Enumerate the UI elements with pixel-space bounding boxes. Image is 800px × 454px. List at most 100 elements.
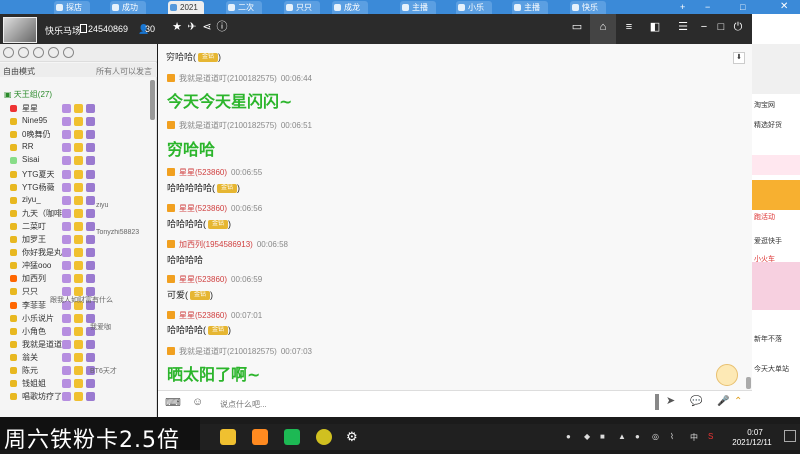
side-text[interactable]: 精选好货 xyxy=(754,120,800,130)
mascot-icon[interactable] xyxy=(716,364,738,386)
browser-tab-active[interactable]: 2021 xyxy=(168,1,204,14)
member-badge-icon xyxy=(74,366,83,375)
member-row[interactable]: 小乐说片 xyxy=(0,312,150,325)
member-badge-icon xyxy=(86,261,95,271)
expand-icon[interactable]: ⌃ xyxy=(734,396,742,407)
mode-label[interactable]: 自由模式 xyxy=(3,66,35,77)
browser-tab[interactable]: 快乐 xyxy=(570,1,606,14)
chat-message: 哈哈哈哈(金钻) xyxy=(167,325,232,336)
member-row[interactable]: RR xyxy=(0,141,150,154)
member-row[interactable]: 星星 xyxy=(0,102,150,115)
side-ad[interactable] xyxy=(752,180,800,210)
group-header[interactable]: ▣ 天王组(27) xyxy=(4,89,52,100)
wechat-icon[interactable] xyxy=(284,429,300,445)
share-icon[interactable]: ⋖ xyxy=(200,20,214,34)
member-row[interactable]: YTG夏天 xyxy=(0,168,150,181)
download-icon[interactable]: ⬇ xyxy=(733,52,745,64)
power-icon[interactable]: ⏻ xyxy=(731,20,745,34)
browser-tab[interactable]: 小乐 xyxy=(456,1,492,14)
browser-tab[interactable]: 主播 xyxy=(512,1,548,14)
tray-icon[interactable]: ● xyxy=(635,432,640,441)
side-text[interactable]: 跑活动 xyxy=(754,212,800,222)
tab-favicon-icon xyxy=(112,4,119,11)
member-scrollbar[interactable] xyxy=(150,80,155,120)
settings-icon[interactable]: ⚙ xyxy=(346,429,358,445)
tray-icon[interactable]: ◎ xyxy=(652,432,659,441)
member-row[interactable]: 0晚舞仍 xyxy=(0,128,150,141)
tray-icon[interactable]: ● xyxy=(566,432,571,441)
member-badge-icon xyxy=(62,326,71,336)
member-row[interactable]: Sisai xyxy=(0,154,150,167)
gamepad-input-icon[interactable]: ⌨ xyxy=(165,396,181,409)
chat-scrollbar[interactable] xyxy=(746,377,751,389)
member-row[interactable]: 唱歌坊疗了 xyxy=(0,390,150,403)
ime-indicator[interactable]: 中 xyxy=(690,432,698,443)
emoji-icon[interactable]: ☺ xyxy=(192,396,203,408)
star-icon[interactable]: ★ xyxy=(170,20,184,34)
browser-tab[interactable]: 成功 xyxy=(110,1,146,14)
member-rank-icon xyxy=(10,327,17,335)
app-icon[interactable] xyxy=(316,429,332,445)
member-row[interactable]: 冲猛ooo xyxy=(0,259,150,272)
side-text[interactable]: 爱逛快手 xyxy=(754,236,800,246)
browser-tab[interactable]: 只只 xyxy=(284,1,320,14)
clock-time[interactable]: 0:07 xyxy=(735,428,775,437)
mic-icon[interactable]: 🎤 xyxy=(717,396,729,407)
plane-icon[interactable]: ✈ xyxy=(185,20,199,34)
minimize-icon[interactable]: − xyxy=(697,20,711,34)
member-row[interactable]: 九天（咖啡） xyxy=(0,207,150,220)
tray-icon[interactable]: ▲ xyxy=(618,432,626,441)
app-icon[interactable] xyxy=(220,429,236,445)
gamepad-icon[interactable]: ◧ xyxy=(648,20,662,34)
side-text[interactable]: 新年不落 xyxy=(754,334,800,344)
chat-input[interactable] xyxy=(220,397,650,411)
member-row[interactable]: 钱姐姐 xyxy=(0,377,150,390)
headset-icon[interactable] xyxy=(18,47,29,58)
member-name: Sisai xyxy=(22,155,40,165)
room-avatar[interactable] xyxy=(3,17,37,43)
maximize-icon[interactable]: □ xyxy=(714,20,728,34)
list-icon[interactable]: ≡ xyxy=(622,20,636,34)
gift-icon[interactable] xyxy=(48,47,59,58)
side-text[interactable]: 淘宝网 xyxy=(754,100,800,110)
wifi-icon[interactable]: ⌇ xyxy=(670,432,674,441)
side-ad[interactable] xyxy=(752,262,800,310)
browser-tab[interactable]: 主播 xyxy=(400,1,436,14)
window-maximize-icon[interactable]: □ xyxy=(740,2,750,12)
side-ad[interactable] xyxy=(752,155,800,175)
new-tab-button[interactable]: + xyxy=(680,2,690,12)
clock-date[interactable]: 2021/12/11 xyxy=(722,438,782,447)
send-icon[interactable]: ➤ xyxy=(666,394,682,410)
location-icon[interactable] xyxy=(33,47,44,58)
browser-tab[interactable]: 探店 xyxy=(54,1,90,14)
side-banner[interactable] xyxy=(752,44,800,94)
chat-icon[interactable] xyxy=(63,47,74,58)
member-row[interactable]: 小角色 xyxy=(0,325,150,338)
member-row[interactable]: ziyu_ xyxy=(0,194,150,207)
home-icon[interactable]: ⌂ xyxy=(596,20,610,34)
info-icon[interactable]: ⓘ xyxy=(215,20,229,34)
member-rank-icon xyxy=(10,236,17,243)
member-row[interactable]: 翁关 xyxy=(0,351,150,364)
member-row[interactable]: 陈元 xyxy=(0,364,150,377)
tray-icon[interactable]: ■ xyxy=(600,432,605,441)
home-circle-icon[interactable] xyxy=(3,47,14,58)
side-text[interactable]: 今天大单站 xyxy=(754,364,800,374)
member-rank-icon xyxy=(10,262,17,270)
bubble-icon[interactable]: 💬 xyxy=(690,396,702,407)
menu-icon[interactable]: ☰ xyxy=(676,20,690,34)
window-minimize-icon[interactable]: − xyxy=(705,2,715,12)
member-row[interactable]: 我就是道道叮 xyxy=(0,338,150,351)
app-icon[interactable] xyxy=(252,429,268,445)
browser-tab[interactable]: 成龙 xyxy=(332,1,368,14)
member-row[interactable]: 你好我是丸子 xyxy=(0,246,150,259)
sogou-icon[interactable]: S xyxy=(708,432,713,441)
browser-tab[interactable]: 二次 xyxy=(226,1,262,14)
member-row[interactable]: YTG杨薇 xyxy=(0,181,150,194)
notification-icon[interactable] xyxy=(784,430,796,442)
window-close-icon[interactable]: ✕ xyxy=(780,1,790,12)
video-icon[interactable]: ▭ xyxy=(570,20,584,34)
tray-icon[interactable]: ◆ xyxy=(584,432,590,441)
member-row[interactable]: 加西列 xyxy=(0,272,150,285)
member-row[interactable]: Nine95 xyxy=(0,115,150,128)
